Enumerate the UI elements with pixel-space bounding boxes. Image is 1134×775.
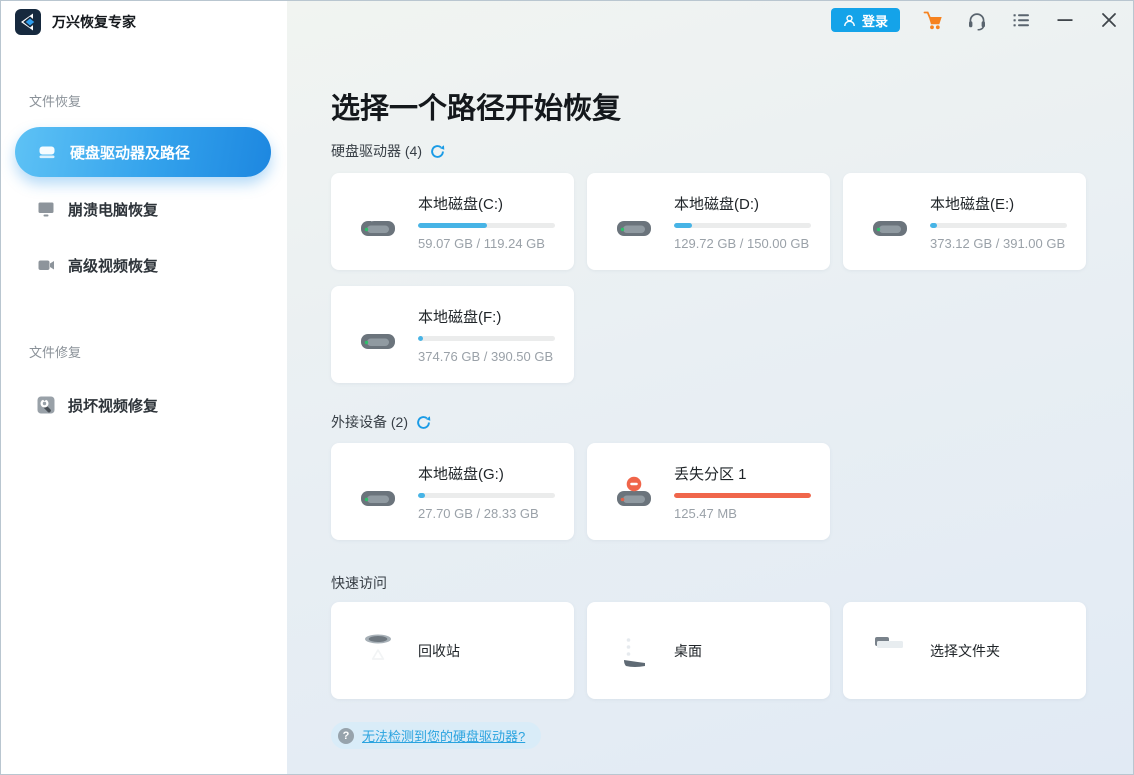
hdd-row-1: 本地磁盘(C:) 59.07 GB / 119.24 GB 本地磁盘(D:) 1… [331,173,1086,270]
drive-card-d[interactable]: 本地磁盘(D:) 129.72 GB / 150.00 GB [587,173,830,270]
recycle-bin-card[interactable]: 回收站 [331,602,574,699]
wrench-icon [37,396,55,414]
folder-icon [867,628,913,674]
minimize-icon[interactable] [1054,9,1076,31]
external-section-header: 外接设备 (2) [331,412,431,432]
external-section-label: 外接设备 (2) [331,412,408,432]
app-title: 万兴恢复专家 [52,12,136,32]
drive-info: 本地磁盘(C:) 59.07 GB / 119.24 GB [418,193,574,251]
quick-label: 回收站 [418,643,460,659]
user-icon [843,14,856,27]
support-headset-icon[interactable] [966,9,988,31]
drive-capacity: 59.07 GB / 119.24 GB [418,236,555,251]
lost-partition-card[interactable]: 丢失分区 1 125.47 MB [587,443,830,540]
close-icon[interactable] [1098,9,1120,31]
hdd-section-label: 硬盘驱动器 (4) [331,141,422,161]
drive-card-g[interactable]: 本地磁盘(G:) 27.70 GB / 28.33 GB [331,443,574,540]
main-area: 登录 [287,1,1133,774]
capacity-bar-fill [418,223,487,228]
recycle-bin-icon [355,628,401,674]
drive-capacity: 129.72 GB / 150.00 GB [674,236,811,251]
hard-drive-windows-icon [355,200,401,244]
drive-name: 丢失分区 1 [674,463,811,484]
quick-label: 桌面 [674,643,702,659]
drive-capacity: 374.76 GB / 390.50 GB [418,349,555,364]
drive-capacity: 125.47 MB [674,506,811,521]
desktop-icon [611,628,657,674]
video-camera-icon [37,256,55,274]
lost-partition-drive-icon [611,470,657,514]
help-link[interactable]: 无法检测到您的硬盘驱动器? [362,726,525,745]
login-button[interactable]: 登录 [831,8,900,32]
shopping-cart-icon[interactable] [922,9,944,31]
capacity-bar-fill [674,493,811,498]
quick-info: 选择文件夹 [930,641,1086,661]
sidebar-item-corrupted-video-repair[interactable]: 损坏视频修复 [15,383,271,427]
sidebar-item-crashed-pc-recovery[interactable]: 崩溃电脑恢复 [15,187,271,231]
quick-label: 选择文件夹 [930,643,1000,659]
menu-list-icon[interactable] [1010,9,1032,31]
capacity-bar [418,493,555,498]
quick-info: 桌面 [674,641,830,661]
refresh-icon[interactable] [416,415,431,430]
quick-access-row: 回收站 桌面 选择文件夹 [331,602,1086,699]
drive-name: 本地磁盘(E:) [930,193,1067,214]
question-mark-icon: ? [338,728,354,744]
capacity-bar [674,223,811,228]
desktop-card[interactable]: 桌面 [587,602,830,699]
sidebar-section-file-recovery: 文件恢复 [29,91,81,110]
drive-name: 本地磁盘(G:) [418,463,555,484]
drive-capacity: 373.12 GB / 391.00 GB [930,236,1067,251]
hard-drive-icon [611,200,657,244]
drive-info: 本地磁盘(F:) 374.76 GB / 390.50 GB [418,306,574,364]
capacity-bar-fill [930,223,937,228]
capacity-bar [418,223,555,228]
sidebar-item-advanced-video-recovery[interactable]: 高级视频恢复 [15,243,271,287]
drive-name: 本地磁盘(C:) [418,193,555,214]
quick-access-section-header: 快速访问 [331,573,387,593]
usb-drive-icon [355,470,401,514]
drive-icon [37,142,57,162]
sidebar-item-label: 硬盘驱动器及路径 [70,142,190,163]
capacity-bar-fill [674,223,692,228]
drive-name: 本地磁盘(D:) [674,193,811,214]
capacity-bar-fill [418,493,425,498]
app-window: 万兴恢复专家 文件恢复 硬盘驱动器及路径 崩溃电脑恢复 高级视频恢复 文件修 [0,0,1134,775]
sidebar-section-file-repair: 文件修复 [29,342,81,361]
drive-info: 本地磁盘(G:) 27.70 GB / 28.33 GB [418,463,574,521]
titlebar-controls: 登录 [831,8,1120,32]
sidebar-item-label: 崩溃电脑恢复 [68,199,158,220]
drive-name: 本地磁盘(F:) [418,306,555,327]
drive-info: 本地磁盘(D:) 129.72 GB / 150.00 GB [674,193,830,251]
capacity-bar [674,493,811,498]
hard-drive-icon [867,200,913,244]
drive-card-c[interactable]: 本地磁盘(C:) 59.07 GB / 119.24 GB [331,173,574,270]
app-logo-row: 万兴恢复专家 [15,9,136,35]
drive-info: 丢失分区 1 125.47 MB [674,463,830,521]
drive-card-f[interactable]: 本地磁盘(F:) 374.76 GB / 390.50 GB [331,286,574,383]
external-row: 本地磁盘(G:) 27.70 GB / 28.33 GB 丢失分区 1 125.… [331,443,830,540]
drive-info: 本地磁盘(E:) 373.12 GB / 391.00 GB [930,193,1086,251]
sidebar-item-label: 高级视频恢复 [68,255,158,276]
capacity-bar-fill [418,336,423,341]
drive-capacity: 27.70 GB / 28.33 GB [418,506,555,521]
hdd-section-header: 硬盘驱动器 (4) [331,141,445,161]
drive-card-e[interactable]: 本地磁盘(E:) 373.12 GB / 391.00 GB [843,173,1086,270]
help-pill[interactable]: ? 无法检测到您的硬盘驱动器? [331,722,541,749]
page-title: 选择一个路径开始恢复 [331,85,621,127]
sidebar-item-hdd-and-paths[interactable]: 硬盘驱动器及路径 [15,127,271,177]
refresh-icon[interactable] [430,144,445,159]
monitor-icon [37,200,55,218]
capacity-bar [930,223,1067,228]
sidebar: 万兴恢复专家 文件恢复 硬盘驱动器及路径 崩溃电脑恢复 高级视频恢复 文件修 [1,1,287,774]
hard-drive-icon [355,313,401,357]
hdd-row-2: 本地磁盘(F:) 374.76 GB / 390.50 GB [331,286,574,383]
sidebar-item-label: 损坏视频修复 [68,395,158,416]
quick-info: 回收站 [418,641,574,661]
quick-access-section-label: 快速访问 [331,573,387,593]
login-label: 登录 [862,11,888,30]
select-folder-card[interactable]: 选择文件夹 [843,602,1086,699]
capacity-bar [418,336,555,341]
app-logo-icon [15,9,41,35]
